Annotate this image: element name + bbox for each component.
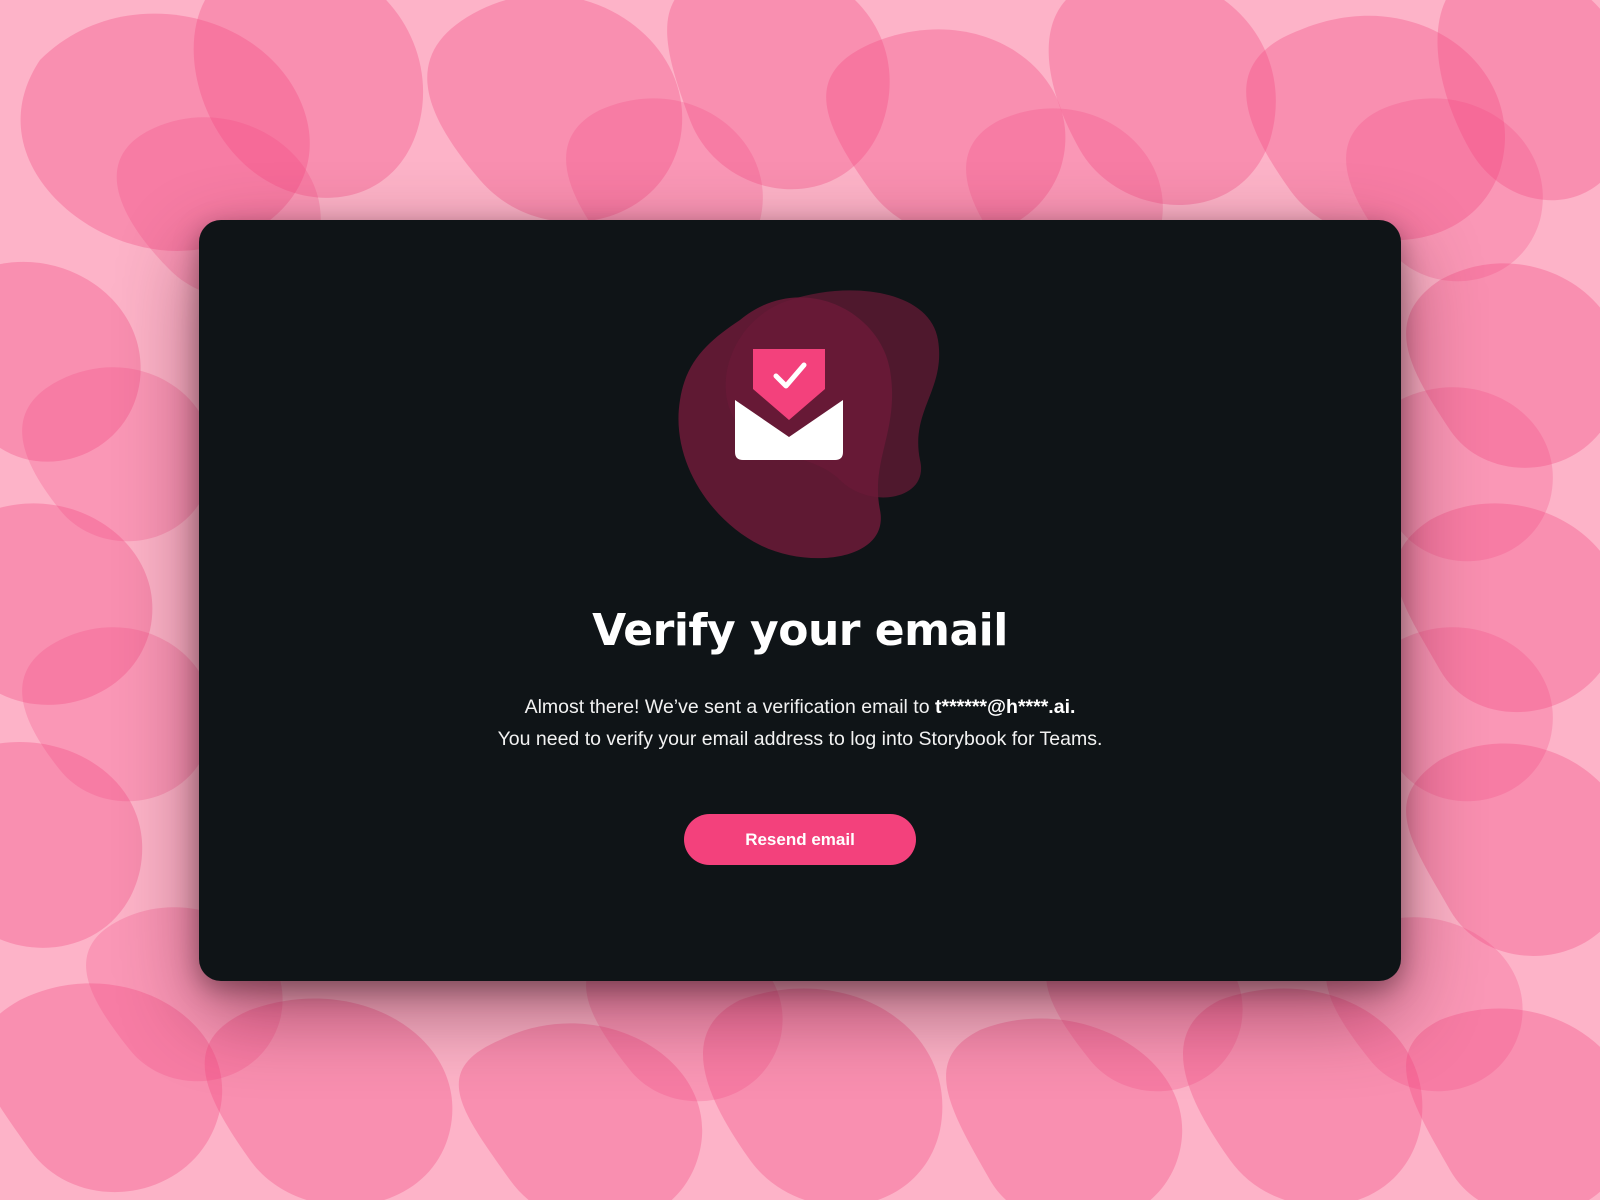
resend-email-button[interactable]: Resend email bbox=[684, 814, 916, 865]
envelope-check-icon bbox=[678, 290, 940, 559]
verification-message: Almost there! We’ve sent a verification … bbox=[199, 691, 1401, 755]
message-line-1: Almost there! We’ve sent a verification … bbox=[199, 691, 1401, 723]
message-prefix: Almost there! We’ve sent a verification … bbox=[524, 696, 935, 718]
page-title: Verify your email bbox=[592, 605, 1008, 656]
message-line-2: You need to verify your email address to… bbox=[497, 728, 1103, 750]
verify-email-card: Verify your email Almost there! We’ve se… bbox=[199, 220, 1401, 981]
masked-email: t******@h****.ai. bbox=[935, 696, 1076, 718]
